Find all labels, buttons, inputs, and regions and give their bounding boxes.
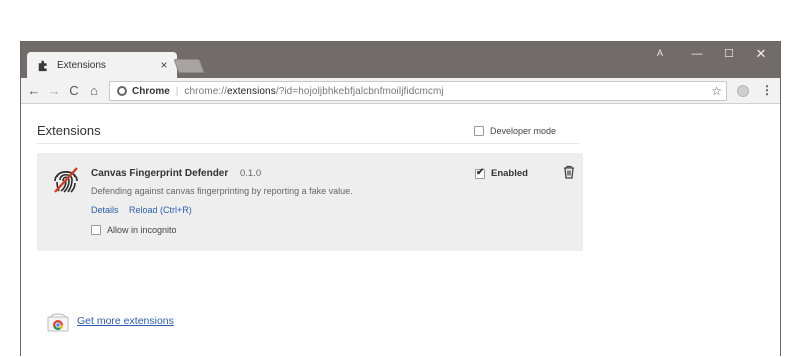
page-content: Extensions Developer mode Canvas Fingerp… <box>21 105 780 357</box>
tab-title: Extensions <box>57 59 106 71</box>
url-prefix: chrome:// <box>184 85 227 97</box>
close-window-button[interactable]: ✕ <box>746 45 776 63</box>
menu-icon[interactable]: ⋮ <box>761 83 773 97</box>
developer-mode-checkbox[interactable] <box>474 126 484 136</box>
puzzle-piece-icon <box>38 60 47 72</box>
home-button[interactable]: ⌂ <box>85 82 103 100</box>
forward-button[interactable]: → <box>45 82 63 100</box>
trash-icon[interactable] <box>562 165 576 179</box>
developer-mode-label: Developer mode <box>490 126 557 136</box>
title-bar: Extensions × A — ☐ ✕ <box>21 42 780 78</box>
url-host: extensions <box>227 85 276 97</box>
fingerprint-icon <box>54 167 78 193</box>
enabled-label: Enabled <box>491 168 528 179</box>
scheme-label: Chrome <box>132 85 170 97</box>
enabled-toggle[interactable]: Enabled <box>475 167 528 179</box>
allow-incognito-label: Allow in incognito <box>107 225 177 235</box>
minimize-button[interactable]: — <box>682 45 712 63</box>
browser-toolbar: ← → C ⌂ Chrome | chrome://extensions/?id… <box>21 78 780 104</box>
extension-name: Canvas Fingerprint Defender <box>91 168 229 179</box>
extension-version: 0.1.0 <box>240 168 262 179</box>
profile-badge[interactable]: A <box>657 48 663 58</box>
chrome-page-icon <box>117 86 127 96</box>
address-bar[interactable]: Chrome | chrome://extensions/?id=hojoljb… <box>109 81 727 101</box>
reload-button[interactable]: C <box>65 82 83 100</box>
extension-toolbar-icon[interactable] <box>737 85 749 97</box>
bookmark-star-icon[interactable]: ☆ <box>711 84 722 98</box>
reload-link[interactable]: Reload (Ctrl+R) <box>129 205 192 215</box>
close-tab-icon[interactable]: × <box>155 58 173 72</box>
page-title: Extensions <box>37 123 101 138</box>
extension-card: Canvas Fingerprint Defender 0.1.0 Defend… <box>37 153 583 251</box>
chrome-web-store-icon <box>47 313 69 332</box>
developer-mode-toggle[interactable]: Developer mode <box>474 126 556 136</box>
enabled-checkbox[interactable] <box>475 167 485 179</box>
title-divider <box>37 143 579 144</box>
back-button[interactable]: ← <box>25 82 43 100</box>
maximize-button[interactable]: ☐ <box>714 45 744 63</box>
allow-incognito-toggle[interactable]: Allow in incognito <box>91 225 177 235</box>
url-path: /?id=hojoljbhkebfjalcbnfmoiljfidcmcmj <box>275 85 444 97</box>
extension-description: Defending against canvas fingerprinting … <box>91 186 353 196</box>
address-separator: | <box>175 85 179 97</box>
tab-extensions[interactable]: Extensions × <box>27 52 177 78</box>
browser-window: Extensions × A — ☐ ✕ ← → C ⌂ Chrome | ch… <box>20 41 781 357</box>
details-link[interactable]: Details <box>91 205 119 215</box>
allow-incognito-checkbox[interactable] <box>91 225 101 235</box>
new-tab-button[interactable] <box>173 59 205 73</box>
get-more-extensions-link[interactable]: Get more extensions <box>77 315 174 327</box>
